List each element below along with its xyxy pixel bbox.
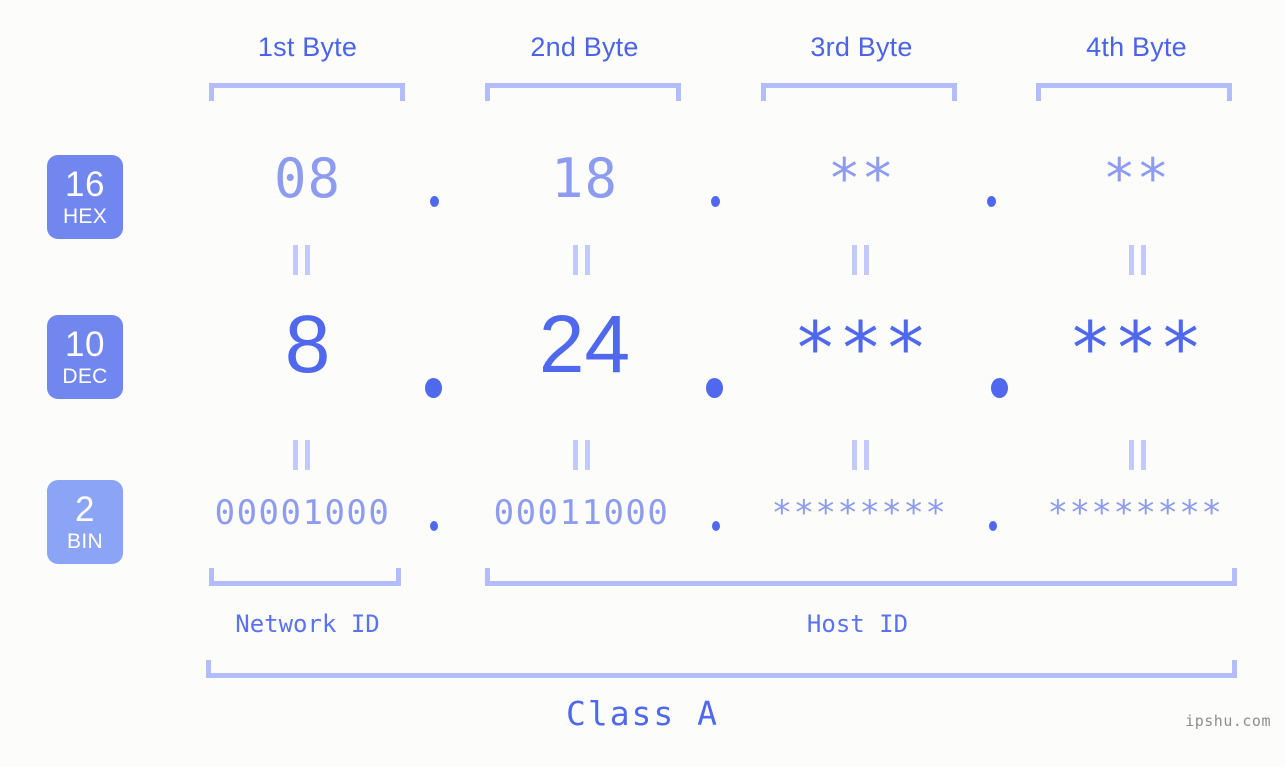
class-bracket xyxy=(206,660,1237,678)
equals-separator-dec-bin-1 xyxy=(291,440,311,470)
hex-byte-value-1: 08 xyxy=(273,147,342,210)
equals-separator-dec-bin-4 xyxy=(1127,440,1147,470)
watermark: ipshu.com xyxy=(1185,712,1271,730)
equals-separator-hex-dec-2 xyxy=(571,245,591,275)
bin-byte-value-2: 00011000 xyxy=(493,493,670,533)
hex-dot-separator-3 xyxy=(987,196,996,207)
equals-separator-hex-dec-1 xyxy=(291,245,311,275)
base-badge-dec: 10 DEC xyxy=(47,315,123,399)
byte-bracket-4 xyxy=(1036,83,1232,101)
dec-byte-value-3: *** xyxy=(793,306,930,390)
equals-separator-dec-bin-2 xyxy=(571,440,591,470)
ip-address-breakdown-diagram: 1st Byte 2nd Byte 3rd Byte 4th Byte 16 H… xyxy=(0,0,1285,767)
hex-dot-separator-1 xyxy=(430,196,439,207)
equals-separator-dec-bin-3 xyxy=(850,440,870,470)
byte-bracket-2 xyxy=(485,83,681,101)
byte-bracket-1 xyxy=(209,83,405,101)
host-id-label: Host ID xyxy=(806,610,909,638)
equals-separator-hex-dec-3 xyxy=(850,245,870,275)
bin-byte-value-4: ******** xyxy=(1047,493,1224,533)
dec-byte-value-2: 24 xyxy=(538,299,631,390)
hex-byte-value-3: ** xyxy=(827,147,896,210)
class-label: Class A xyxy=(565,694,720,733)
hex-byte-value-2: 18 xyxy=(550,147,619,210)
dec-dot-separator-3 xyxy=(991,378,1008,398)
byte-header-label-2: 2nd Byte xyxy=(530,32,639,62)
base-badge-dec-number: 10 xyxy=(65,325,105,364)
bin-dot-separator-3 xyxy=(989,521,997,531)
byte-header-label-1: 1st Byte xyxy=(257,32,358,62)
byte-header-label-4: 4th Byte xyxy=(1086,32,1187,62)
base-badge-bin: 2 BIN xyxy=(47,480,123,564)
base-badge-dec-abbr: DEC xyxy=(62,365,108,388)
host-id-bracket xyxy=(485,568,1237,586)
network-id-label: Network ID xyxy=(235,610,380,638)
dec-byte-value-4: *** xyxy=(1068,306,1205,390)
dec-dot-separator-1 xyxy=(425,378,442,398)
byte-bracket-3 xyxy=(761,83,957,101)
byte-header-label-3: 3rd Byte xyxy=(810,32,913,62)
dec-byte-value-1: 8 xyxy=(284,299,331,390)
hex-byte-value-4: ** xyxy=(1102,147,1171,210)
equals-separator-hex-dec-4 xyxy=(1127,245,1147,275)
network-id-bracket xyxy=(209,568,401,586)
hex-dot-separator-2 xyxy=(711,196,720,207)
bin-dot-separator-2 xyxy=(712,521,720,531)
base-badge-hex-abbr: HEX xyxy=(62,205,108,228)
base-badge-hex-number: 16 xyxy=(65,165,105,204)
bin-byte-value-1: 00001000 xyxy=(214,493,391,533)
dec-dot-separator-2 xyxy=(706,378,723,398)
base-badge-bin-number: 2 xyxy=(75,490,95,529)
bin-dot-separator-1 xyxy=(430,521,438,531)
base-badge-bin-abbr: BIN xyxy=(67,530,103,553)
bin-byte-value-3: ******** xyxy=(771,493,948,533)
base-badge-hex: 16 HEX xyxy=(47,155,123,239)
